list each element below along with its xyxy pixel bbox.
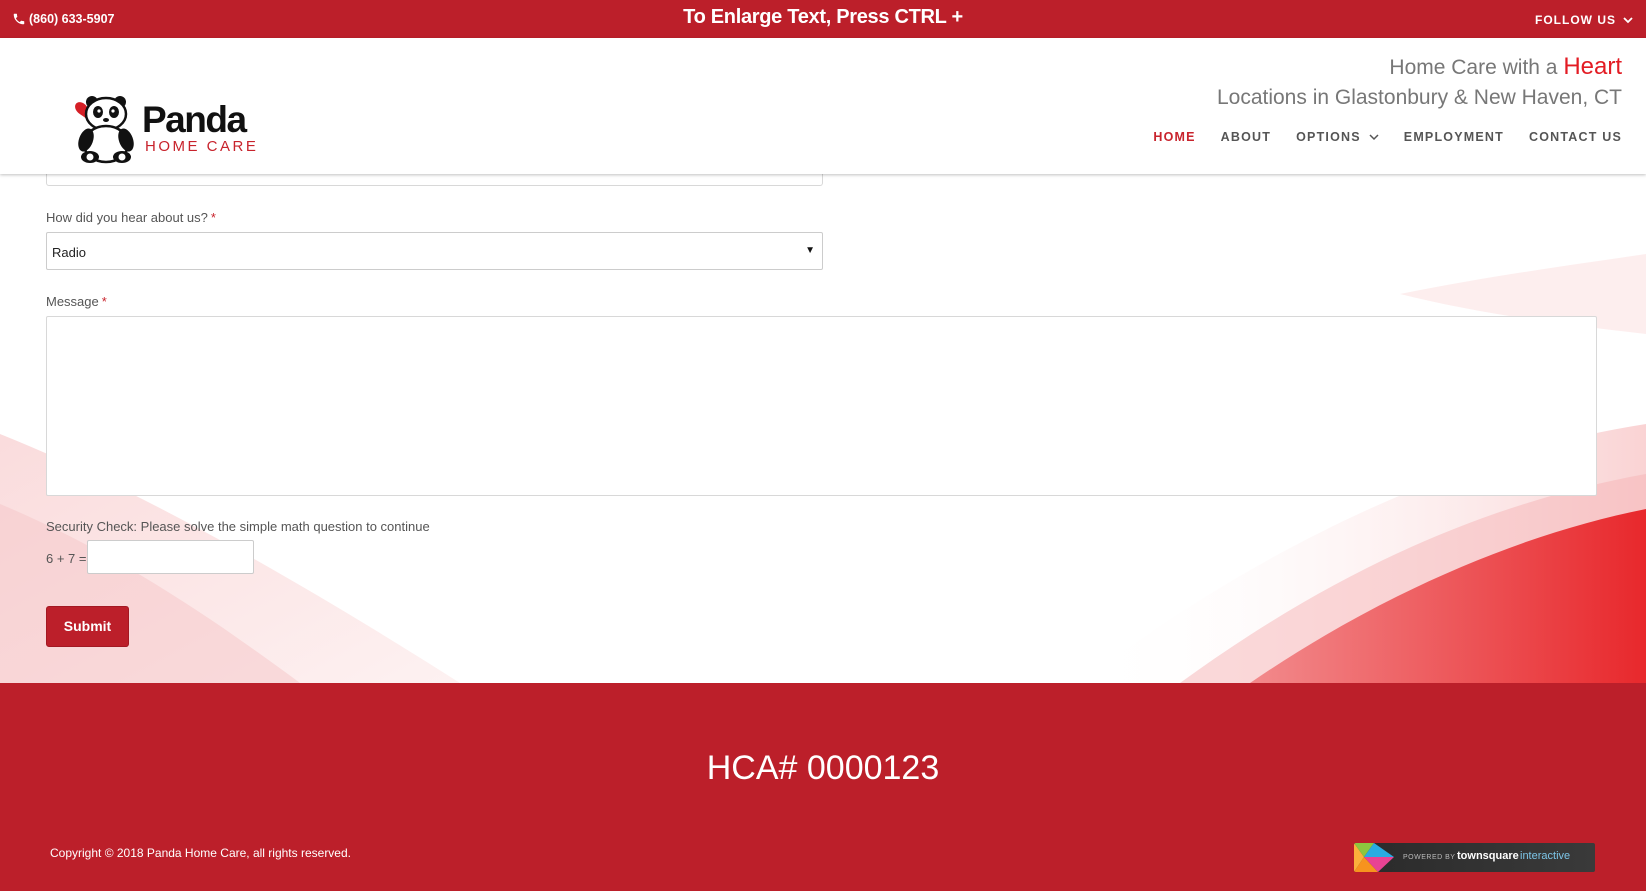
- hca-number: HCA# 0000123: [706, 749, 940, 787]
- top-bar: (860) 633-5907 To Enlarge Text, Press CT…: [0, 0, 1646, 38]
- copyright-text: Copyright © 2018 Panda Home Care, all ri…: [50, 846, 351, 860]
- submit-button[interactable]: Submit: [46, 606, 129, 647]
- nav-employment[interactable]: EMPLOYMENT: [1404, 130, 1504, 144]
- required-mark: *: [101, 294, 107, 309]
- nav-contact-us-label[interactable]: CONTACT US: [1529, 130, 1622, 144]
- math-question: 6 + 7 =: [46, 551, 87, 566]
- tagline: Home Care with a Heart: [1389, 53, 1622, 81]
- math-answer-input[interactable]: [87, 540, 254, 574]
- hear-about-selected-value[interactable]: Radio: [52, 245, 86, 260]
- badge-brand-suffix: interactive: [1520, 850, 1571, 862]
- message-textarea[interactable]: [46, 316, 1597, 496]
- message-label: Message *: [46, 294, 107, 309]
- logo-subtitle: HOME CARE: [145, 138, 259, 155]
- chevron-down-icon: [1623, 16, 1633, 23]
- nav-home[interactable]: HOME: [1153, 130, 1195, 144]
- chevron-down-icon: [1369, 133, 1379, 140]
- required-mark: *: [210, 210, 216, 225]
- nav-about[interactable]: ABOUT: [1221, 130, 1271, 144]
- panda-home-care-logo[interactable]: Panda HOME CARE: [70, 94, 260, 164]
- nav-employment-label[interactable]: EMPLOYMENT: [1404, 130, 1504, 144]
- contact-form: How did you hear about us? * Radio ▼ Mess…: [0, 164, 1646, 683]
- nav-options-label[interactable]: OPTIONS: [1296, 130, 1361, 144]
- locations-text: Locations in Glastonbury & New Haven, CT: [1216, 86, 1622, 109]
- nav-about-label[interactable]: ABOUT: [1221, 130, 1271, 144]
- townsquare-badge[interactable]: POWERED BY townsquare interactive: [1354, 843, 1595, 872]
- main-nav: HOME ABOUT OPTIONS EMPLOYMENT CONTACT US: [1153, 130, 1622, 144]
- logo-brand-name: Panda: [142, 99, 247, 140]
- badge-powered-by: POWERED BY: [1403, 854, 1456, 861]
- badge-brand: townsquare: [1457, 850, 1519, 862]
- tagline-heart: Heart: [1563, 53, 1622, 80]
- site-footer: HCA# 0000123 Copyright © 2018 Panda Home…: [0, 683, 1646, 891]
- nav-options[interactable]: OPTIONS: [1296, 130, 1379, 144]
- security-check-label: Security Check: Please solve the simple …: [46, 519, 430, 534]
- nav-contact-us[interactable]: CONTACT US: [1529, 130, 1622, 144]
- hear-about-select[interactable]: Radio ▼: [46, 232, 823, 270]
- site-header: Panda HOME CARE Home Care with a Heart L…: [0, 38, 1646, 174]
- hear-about-label-text: How did you hear about us?: [46, 210, 208, 225]
- select-arrow-icon: ▼: [805, 245, 815, 256]
- nav-home-label[interactable]: HOME: [1153, 130, 1195, 144]
- enlarge-text-notice: To Enlarge Text, Press CTRL +: [683, 6, 963, 28]
- hear-about-label: How did you hear about us? *: [46, 210, 216, 225]
- follow-us-label[interactable]: FOLLOW US: [1535, 13, 1616, 27]
- townsquare-prism-icon: [1354, 843, 1394, 872]
- follow-us-dropdown[interactable]: FOLLOW US: [1535, 13, 1633, 27]
- panda-logo-icon: [75, 96, 134, 164]
- tagline-text: Home Care with a: [1389, 56, 1558, 79]
- message-label-text: Message: [46, 294, 99, 309]
